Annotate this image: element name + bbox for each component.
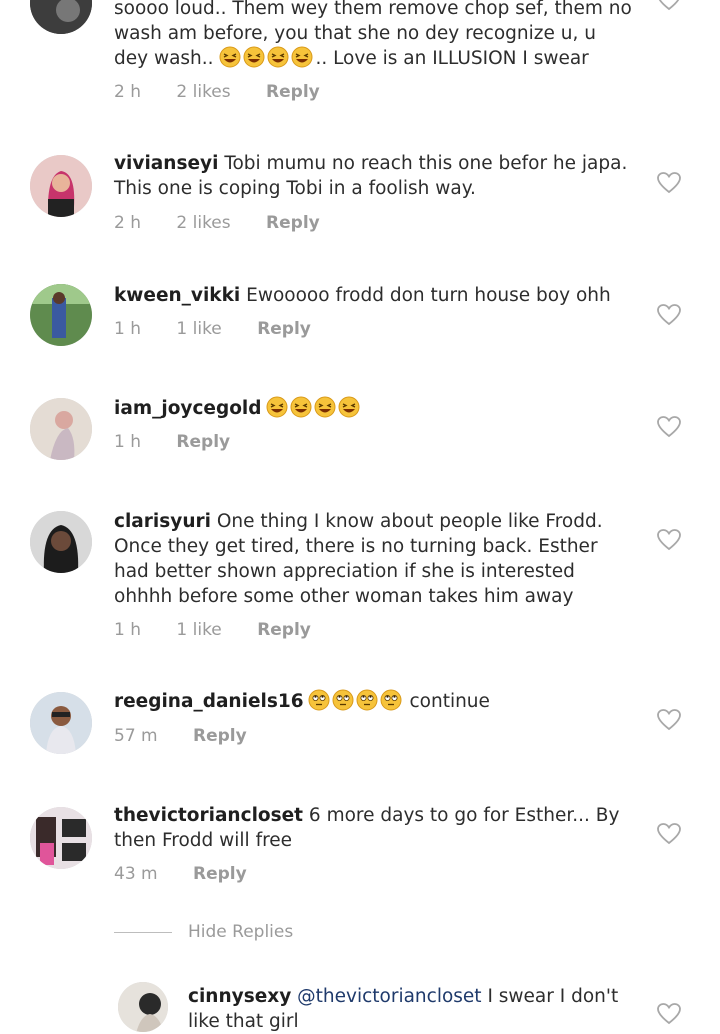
avatar[interactable] xyxy=(30,511,92,573)
comment-username[interactable]: cinnysexy xyxy=(188,986,291,1007)
reply-button[interactable]: Reply xyxy=(257,620,311,640)
laugh-emoji-icon xyxy=(219,46,241,68)
heart-icon[interactable] xyxy=(656,1002,682,1026)
avatar[interactable] xyxy=(30,0,92,34)
comment-text: clarisyuri One thing I know about people… xyxy=(114,511,603,607)
comment-meta: 1 h Reply xyxy=(114,432,260,452)
laugh-emoji-icon xyxy=(338,396,360,418)
laugh-emoji-icon xyxy=(291,46,313,68)
comment-text: soooo loud.. Them wey them remove chop s… xyxy=(114,0,632,69)
avatar[interactable] xyxy=(30,692,92,754)
comment-likes[interactable]: 1 like xyxy=(176,620,221,640)
laugh-emoji-icon xyxy=(290,396,312,418)
hide-replies-label: Hide Replies xyxy=(188,922,294,942)
comment-time: 1 h xyxy=(114,620,141,640)
hide-replies-button[interactable]: Hide Replies xyxy=(114,922,293,942)
eyeroll-emoji-icon xyxy=(332,689,354,711)
reply-button[interactable]: Reply xyxy=(193,726,247,746)
heart-icon[interactable] xyxy=(656,528,682,552)
comment-username[interactable]: thevictoriancloset xyxy=(114,805,303,826)
comment-time: 57 m xyxy=(114,726,158,746)
avatar[interactable] xyxy=(30,284,92,346)
laugh-emoji-icon xyxy=(314,396,336,418)
comment-meta: 1 h 1 like Reply xyxy=(114,319,341,339)
comment-time: 43 m xyxy=(114,864,158,884)
laugh-emoji-icon xyxy=(267,46,289,68)
hide-replies-divider xyxy=(114,931,172,933)
reply-button[interactable]: Reply xyxy=(257,319,311,339)
comment-text: cinnysexy @thevictoriancloset I swear I … xyxy=(188,986,619,1032)
comment-text: iam_joycegold xyxy=(114,396,634,421)
comment-time: 2 h xyxy=(114,213,141,233)
comment-time: 2 h xyxy=(114,82,141,102)
heart-icon[interactable] xyxy=(656,708,682,732)
avatar[interactable] xyxy=(118,982,168,1032)
comment-text: reegina_daniels16 continue xyxy=(114,689,490,712)
comment-text: thevictoriancloset 6 more days to go for… xyxy=(114,805,620,851)
heart-icon[interactable] xyxy=(656,303,682,327)
comment-username[interactable]: iam_joycegold xyxy=(114,398,262,419)
comment-meta: 2 h 2 likes Reply xyxy=(114,82,350,102)
heart-icon[interactable] xyxy=(656,171,682,195)
comment-username[interactable]: kween_vikki xyxy=(114,285,240,306)
comment-meta: 2 h 2 likes Reply xyxy=(114,213,350,233)
comment-time: 1 h xyxy=(114,432,141,452)
comment-likes[interactable]: 2 likes xyxy=(176,82,230,102)
comment-text: kween_vikki Ewooooo frodd don turn house… xyxy=(114,285,611,306)
comment-likes[interactable]: 1 like xyxy=(176,319,221,339)
reply-button[interactable]: Reply xyxy=(193,864,247,884)
laugh-emoji-icon xyxy=(243,46,265,68)
heart-icon[interactable] xyxy=(656,822,682,846)
laugh-emoji-icon xyxy=(266,396,288,418)
heart-icon[interactable] xyxy=(656,0,682,12)
eyeroll-emoji-icon xyxy=(308,689,330,711)
comment-meta: 1 h 1 like Reply xyxy=(114,620,341,640)
comment-username[interactable]: reegina_daniels16 xyxy=(114,691,304,712)
comment-text: vivianseyi Tobi mumu no reach this one b… xyxy=(114,153,628,199)
reply-button[interactable]: Reply xyxy=(266,213,320,233)
comment-meta: 57 m Reply xyxy=(114,726,277,746)
avatar[interactable] xyxy=(30,155,92,217)
reply-button[interactable]: Reply xyxy=(176,432,230,452)
comment-meta: 43 m Reply xyxy=(114,864,277,884)
comment-likes[interactable]: 2 likes xyxy=(176,213,230,233)
comment-username[interactable]: clarisyuri xyxy=(114,511,211,532)
heart-icon[interactable] xyxy=(656,415,682,439)
comment-username[interactable]: vivianseyi xyxy=(114,153,218,174)
avatar[interactable] xyxy=(30,807,92,869)
reply-button[interactable]: Reply xyxy=(266,82,320,102)
mention-link[interactable]: @thevictoriancloset xyxy=(297,986,481,1007)
eyeroll-emoji-icon xyxy=(380,689,402,711)
comment-time: 1 h xyxy=(114,319,141,339)
eyeroll-emoji-icon xyxy=(356,689,378,711)
avatar[interactable] xyxy=(30,398,92,460)
